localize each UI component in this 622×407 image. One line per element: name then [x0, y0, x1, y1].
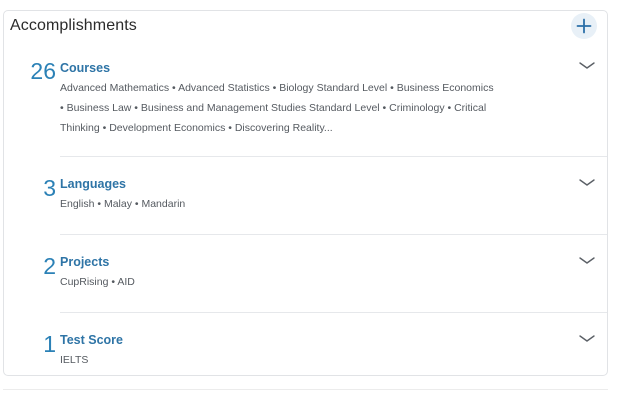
projects-title[interactable]: Projects [60, 254, 109, 270]
accomplishments-card: Accomplishments 26 Courses Advanced Math… [3, 10, 608, 376]
section-projects: 2 Projects CupRising • AID [4, 235, 607, 312]
chevron-down-icon[interactable] [578, 61, 596, 71]
section-courses: 26 Courses Advanced Mathematics • Advanc… [4, 51, 607, 156]
page-divider [3, 389, 608, 390]
languages-list: English • Malay • Mandarin [60, 194, 530, 214]
list-item: English • Malay • Mandarin [60, 198, 186, 210]
test-score-list: IELTS [60, 350, 530, 370]
test-score-title[interactable]: Test Score [60, 332, 123, 348]
chevron-down-icon[interactable] [578, 178, 596, 188]
courses-title[interactable]: Courses [60, 60, 110, 76]
courses-list: Advanced Mathematics • Advanced Statisti… [60, 78, 530, 138]
list-item: IELTS [60, 354, 89, 366]
courses-count: 26 [30, 58, 56, 84]
list-item: • Business Law • Business and Management… [60, 102, 487, 114]
section-languages: 3 Languages English • Malay • Mandarin [4, 157, 607, 234]
plus-icon [576, 18, 592, 34]
list-item: CupRising • AID [60, 276, 135, 288]
projects-list: CupRising • AID [60, 272, 530, 292]
list-item: Advanced Mathematics • Advanced Statisti… [60, 82, 494, 94]
section-test-score: 1 Test Score IELTS [4, 313, 607, 375]
test-score-count: 1 [43, 331, 56, 357]
chevron-down-icon[interactable] [578, 256, 596, 266]
projects-count: 2 [43, 253, 56, 279]
languages-count: 3 [43, 175, 56, 201]
add-accomplishment-button[interactable] [571, 13, 597, 39]
card-title: Accomplishments [10, 17, 137, 34]
chevron-down-icon[interactable] [578, 334, 596, 344]
languages-title[interactable]: Languages [60, 176, 126, 192]
list-item: Thinking • Development Economics • Disco… [60, 122, 333, 134]
